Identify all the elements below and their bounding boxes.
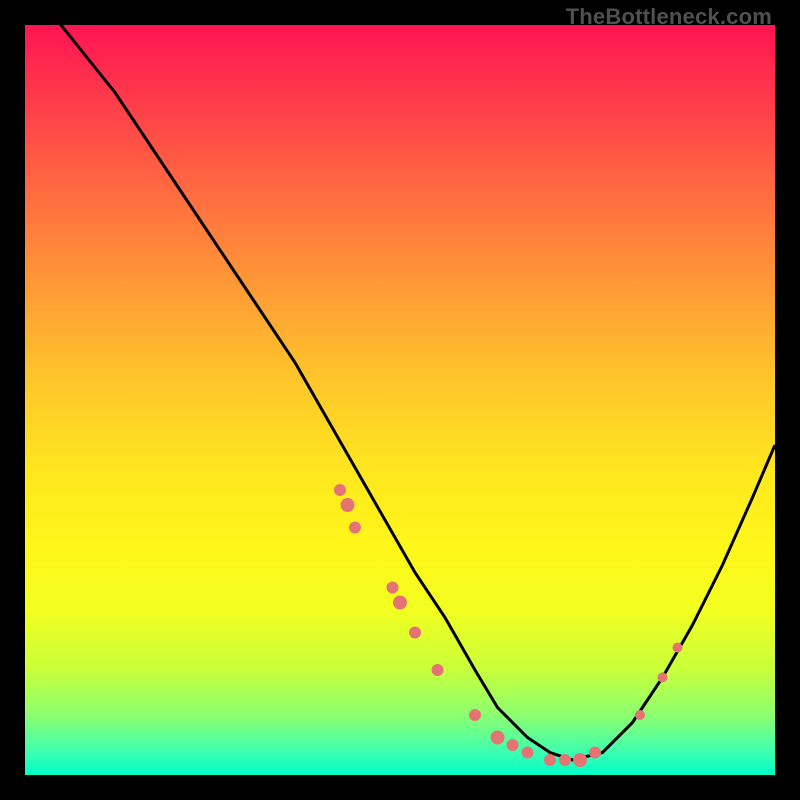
curve-marker <box>469 709 481 721</box>
curve-marker <box>334 484 346 496</box>
curve-marker <box>635 710 645 720</box>
curve-marker <box>559 754 571 766</box>
curve-marker <box>544 754 556 766</box>
bottleneck-curve-line <box>25 25 775 760</box>
curve-marker <box>387 582 399 594</box>
curve-marker <box>658 673 668 683</box>
watermark-text: TheBottleneck.com <box>566 4 772 30</box>
curve-marker <box>673 643 683 653</box>
curve-marker <box>491 731 505 745</box>
curve-marker <box>393 596 407 610</box>
curve-marker <box>432 664 444 676</box>
curve-marker <box>589 747 601 759</box>
curve-marker <box>573 753 587 767</box>
curve-marker <box>409 627 421 639</box>
curve-marker <box>507 739 519 751</box>
bottleneck-curve-svg <box>25 25 775 775</box>
curve-marker <box>341 498 355 512</box>
chart-frame <box>25 25 775 775</box>
curve-marker <box>522 747 534 759</box>
curve-marker <box>349 522 361 534</box>
